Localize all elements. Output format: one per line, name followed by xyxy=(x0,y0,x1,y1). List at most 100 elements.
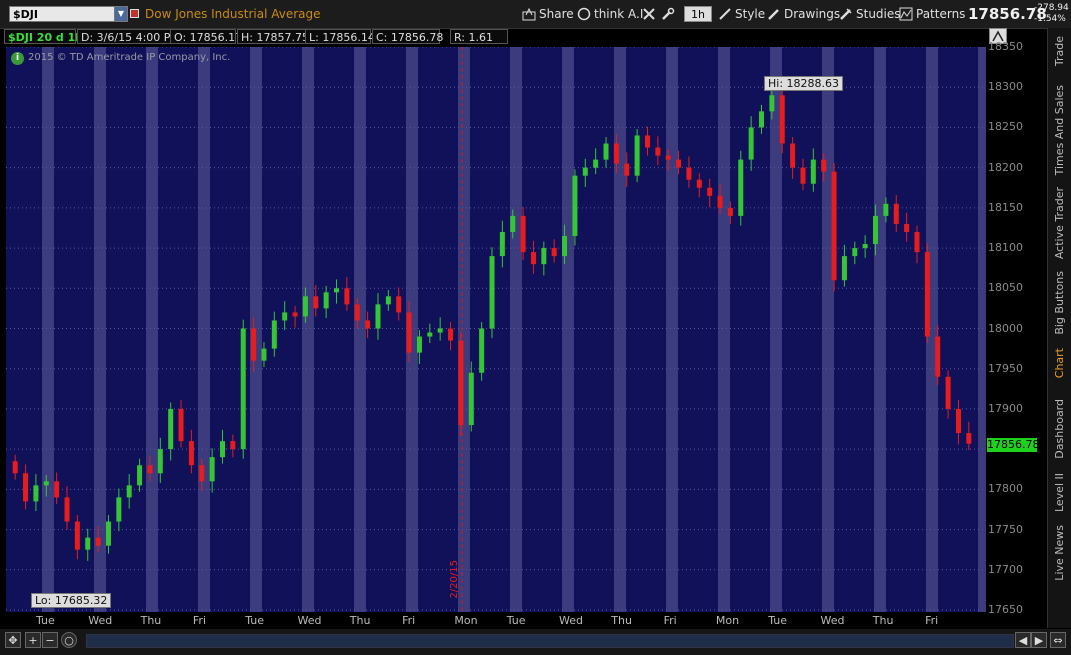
session-band xyxy=(666,47,678,612)
chart-scrollbar[interactable] xyxy=(86,634,1014,648)
candle-body xyxy=(790,143,796,168)
tab-active-trader[interactable]: Active Trader xyxy=(1048,183,1070,263)
candle-body xyxy=(344,288,350,305)
session-band xyxy=(146,47,158,612)
drawing-tool-button[interactable] xyxy=(642,4,659,24)
candle-body xyxy=(157,449,163,474)
candle-body xyxy=(904,223,910,232)
price-tick-label: 17950 xyxy=(988,361,1023,375)
candle-body xyxy=(188,441,194,466)
candle-body xyxy=(375,304,381,329)
candle-body xyxy=(582,167,588,176)
symbol-description: Dow Jones Industrial Average xyxy=(145,7,321,21)
candle-body xyxy=(282,312,288,321)
candle-body xyxy=(593,159,599,168)
candle-body xyxy=(396,296,402,313)
drawings-button[interactable]: Drawings xyxy=(767,4,840,24)
symbol-dropdown-icon[interactable]: ▼ xyxy=(114,6,128,22)
session-band xyxy=(978,47,986,612)
candle-body xyxy=(271,320,277,349)
candle-body xyxy=(437,328,443,333)
tab-big-buttons[interactable]: Big Buttons xyxy=(1048,268,1070,338)
expand-icon[interactable]: ⇔ xyxy=(1050,632,1066,648)
time-tick-label: Thu xyxy=(611,614,632,627)
price-tick-label: 18350 xyxy=(988,40,1023,53)
candle-body xyxy=(510,215,516,232)
candle-body xyxy=(74,521,80,550)
share-button[interactable]: Share xyxy=(522,4,574,24)
session-band xyxy=(510,47,522,612)
zoom-out-icon[interactable]: − xyxy=(42,632,58,648)
tab-times-and-sales[interactable]: Times And Sales xyxy=(1048,80,1070,180)
candle-body xyxy=(147,465,153,474)
candle-body xyxy=(603,143,609,160)
session-band xyxy=(458,47,470,612)
candle-body xyxy=(852,248,858,257)
candle-body xyxy=(427,332,433,337)
symbol-input[interactable]: $DJI xyxy=(9,6,127,22)
candle-body xyxy=(43,481,49,486)
price-chart[interactable] xyxy=(6,47,986,612)
candle-body xyxy=(655,147,661,156)
time-tick-label: Wed xyxy=(820,614,845,627)
time-tick-label: Fri xyxy=(192,614,206,627)
time-tick-label: Thu xyxy=(140,614,162,627)
candle-body xyxy=(240,328,246,450)
style-button[interactable]: Style xyxy=(718,4,765,24)
candle-body xyxy=(251,328,257,361)
info-high: H: 17857.75 xyxy=(237,29,311,44)
price-tick-label: 18200 xyxy=(988,160,1023,174)
tab-live-news[interactable]: Live News xyxy=(1048,522,1070,584)
timeframe-button[interactable]: 1h xyxy=(684,6,712,22)
zoom-reset-icon[interactable]: ○ xyxy=(61,632,77,648)
session-band xyxy=(562,47,574,612)
time-tick-label: Fri xyxy=(663,614,677,627)
time-tick-label: Wed xyxy=(88,614,113,627)
candle-body xyxy=(33,485,39,502)
time-axis[interactable]: Tue Wed Thu Fri Tue Wed Thu Fri Mon Tue Wed Thu Fri M… xyxy=(6,612,986,629)
price-axis[interactable]: 18350 18300 18250 18200 18150 18100 18050 18000… xyxy=(986,40,1046,616)
candle-body xyxy=(530,252,536,265)
studies-button[interactable]: Studies xyxy=(839,4,901,24)
candle-body xyxy=(935,336,941,377)
candle-body xyxy=(665,155,671,160)
candle-body xyxy=(64,497,70,522)
candle-body xyxy=(416,336,422,353)
price-tick-label: 18250 xyxy=(988,120,1023,134)
candle-body xyxy=(116,497,122,522)
percent-change: -1.54% xyxy=(1034,14,1066,24)
symbol-flag-icon[interactable] xyxy=(130,9,139,18)
price-tick-label: 18100 xyxy=(988,241,1023,255)
session-band xyxy=(302,47,314,612)
candle-body xyxy=(914,231,920,253)
scroll-left-icon[interactable]: ◀ xyxy=(1015,632,1031,648)
cursor-tool-icon xyxy=(642,7,656,21)
candle-body xyxy=(499,231,505,257)
candle-body xyxy=(966,433,972,444)
zoom-in-icon[interactable]: + xyxy=(25,632,41,648)
think-ai-button[interactable]: think A.I. xyxy=(577,4,647,24)
patterns-button[interactable]: Patterns xyxy=(899,4,965,24)
candle-body xyxy=(810,159,816,184)
candle-body xyxy=(800,167,806,184)
scroll-right-icon[interactable]: ▶ xyxy=(1031,632,1047,648)
candle-body xyxy=(707,187,713,196)
tab-dashboard[interactable]: Dashboard xyxy=(1048,396,1070,462)
candle-body xyxy=(624,163,630,176)
info-date: D: 3/6/15 4:00 PM xyxy=(77,29,180,44)
candle-body xyxy=(458,340,464,426)
tab-trade[interactable]: Trade xyxy=(1048,31,1070,71)
tab-level-ii[interactable]: Level II xyxy=(1048,470,1070,516)
info-symbol: $DJI 20 d 1h xyxy=(4,29,83,44)
price-tick-label: 17900 xyxy=(988,401,1023,415)
candle-body xyxy=(448,328,454,341)
candle-body xyxy=(230,441,236,450)
candlestick-chart[interactable] xyxy=(6,47,986,612)
candle-body xyxy=(85,537,91,550)
price-tick-label: 18150 xyxy=(988,200,1023,214)
pan-icon[interactable]: ✥ xyxy=(5,632,21,648)
tab-chart[interactable]: Chart xyxy=(1048,343,1070,383)
wrench-tool-button[interactable] xyxy=(661,4,678,24)
time-tick-label: Tue xyxy=(36,614,55,627)
candle-body xyxy=(385,296,391,305)
